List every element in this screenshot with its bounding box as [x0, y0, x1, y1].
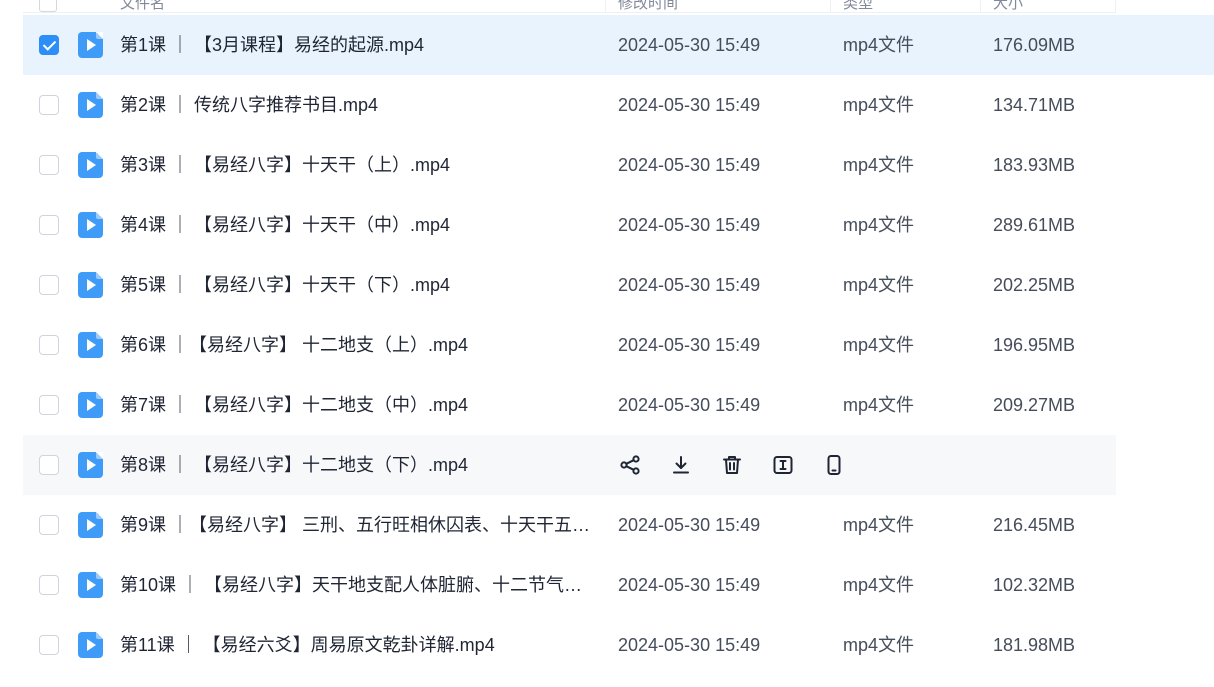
file-row-hovered[interactable]: 第8课 ｜ 【易经八字】十二地支（下）.mp4 [23, 435, 1116, 495]
file-modified-time: 2024-05-30 15:49 [618, 35, 761, 55]
file-list: 第1课 ｜ 【3月课程】易经的起源.mp4 2024-05-30 15:49 m… [23, 15, 1214, 675]
file-modified-time: 2024-05-30 15:49 [618, 335, 761, 355]
file-size: 183.93MB [993, 155, 1076, 175]
file-name[interactable]: 第3课 ｜ 【易经八字】十天干（上）.mp4 [120, 135, 590, 195]
file-modified-time: 2024-05-30 15:49 [618, 155, 761, 175]
file-row[interactable]: 第4课 ｜ 【易经八字】十天干（中）.mp4 2024-05-30 15:49 … [23, 195, 1116, 255]
file-name[interactable]: 第4课 ｜ 【易经八字】十天干（中）.mp4 [120, 195, 590, 255]
file-row[interactable]: 第6课 ｜【易经八字】 十二地支（上）.mp4 2024-05-30 15:49… [23, 315, 1116, 375]
file-name[interactable]: 第6课 ｜【易经八字】 十二地支（上）.mp4 [120, 315, 590, 375]
file-type: mp4文件 [843, 335, 915, 355]
row-checkbox[interactable] [39, 635, 59, 655]
file-type: mp4文件 [843, 515, 915, 535]
video-file-icon [78, 572, 103, 598]
row-checkbox[interactable] [39, 395, 59, 415]
file-type: mp4文件 [843, 215, 915, 235]
file-row[interactable]: 第3课 ｜ 【易经八字】十天干（上）.mp4 2024-05-30 15:49 … [23, 135, 1116, 195]
column-divider[interactable] [830, 0, 831, 13]
mobile-icon[interactable] [822, 453, 846, 477]
file-name[interactable]: 第9课 ｜【易经八字】 三刑、五行旺相休囚表、十天干五… [120, 495, 590, 555]
file-name[interactable]: 第1课 ｜ 【3月课程】易经的起源.mp4 [120, 15, 590, 75]
file-modified-time: 2024-05-30 15:49 [618, 635, 761, 655]
file-name[interactable]: 第11课 ｜ 【易经六爻】周易原文乾卦详解.mp4 [120, 615, 590, 675]
row-checkbox[interactable] [39, 515, 59, 535]
file-row[interactable]: 第1课 ｜ 【3月课程】易经的起源.mp4 2024-05-30 15:49 m… [23, 15, 1214, 75]
select-all-checkbox[interactable] [39, 0, 57, 12]
file-name[interactable]: 第10课 ｜ 【易经八字】天干地支配人体脏腑、十二节气… [120, 555, 590, 615]
file-size: 196.95MB [993, 335, 1076, 355]
file-size: 102.32MB [993, 575, 1076, 595]
file-type: mp4文件 [843, 275, 915, 295]
video-file-icon [78, 452, 103, 478]
row-checkbox[interactable] [39, 95, 59, 115]
file-size: 176.09MB [993, 35, 1076, 55]
column-divider[interactable] [980, 0, 981, 13]
file-row[interactable]: 第9课 ｜【易经八字】 三刑、五行旺相休囚表、十天干五… 2024-05-30 … [23, 495, 1116, 555]
rename-icon[interactable] [771, 453, 795, 477]
file-type: mp4文件 [843, 155, 915, 175]
row-checkbox[interactable] [39, 575, 59, 595]
file-row[interactable]: 第7课 ｜ 【易经八字】十二地支（中）.mp4 2024-05-30 15:49… [23, 375, 1116, 435]
video-file-icon [78, 152, 103, 178]
file-size: 209.27MB [993, 395, 1076, 415]
file-size: 134.71MB [993, 95, 1076, 115]
file-modified-time: 2024-05-30 15:49 [618, 575, 761, 595]
column-header-name[interactable]: 文件名 [120, 0, 165, 13]
video-file-icon [78, 392, 103, 418]
file-row[interactable]: 第11课 ｜ 【易经六爻】周易原文乾卦详解.mp4 2024-05-30 15:… [23, 615, 1116, 675]
row-checkbox[interactable] [39, 215, 59, 235]
file-size: 202.25MB [993, 275, 1076, 295]
file-row[interactable]: 第10课 ｜ 【易经八字】天干地支配人体脏腑、十二节气… 2024-05-30 … [23, 555, 1116, 615]
file-type: mp4文件 [843, 575, 915, 595]
file-type: mp4文件 [843, 35, 915, 55]
video-file-icon [78, 92, 103, 118]
file-name[interactable]: 第7课 ｜ 【易经八字】十二地支（中）.mp4 [120, 375, 590, 435]
video-file-icon [78, 632, 103, 658]
file-row[interactable]: 第2课 ｜ 传统八字推荐书目.mp4 2024-05-30 15:49 mp4文… [23, 75, 1116, 135]
column-divider[interactable] [1115, 0, 1116, 13]
row-checkbox[interactable] [39, 155, 59, 175]
table-header: 文件名 修改时间 类型 大小 [23, 0, 1116, 13]
file-size: 181.98MB [993, 635, 1076, 655]
video-file-icon [78, 32, 103, 58]
file-name[interactable]: 第5课 ｜ 【易经八字】十天干（下）.mp4 [120, 255, 590, 315]
delete-icon[interactable] [720, 453, 744, 477]
column-header-modified[interactable]: 修改时间 [618, 0, 678, 13]
file-type: mp4文件 [843, 395, 915, 415]
share-icon[interactable] [618, 453, 642, 477]
row-checkbox[interactable] [39, 35, 59, 55]
file-modified-time: 2024-05-30 15:49 [618, 95, 761, 115]
download-icon[interactable] [669, 453, 693, 477]
row-checkbox[interactable] [39, 455, 59, 475]
column-header-type[interactable]: 类型 [843, 0, 873, 13]
column-divider[interactable] [605, 0, 606, 13]
column-header-size[interactable]: 大小 [993, 0, 1023, 13]
file-size: 289.61MB [993, 215, 1076, 235]
file-modified-time: 2024-05-30 15:49 [618, 395, 761, 415]
file-row[interactable]: 第5课 ｜ 【易经八字】十天干（下）.mp4 2024-05-30 15:49 … [23, 255, 1116, 315]
file-type: mp4文件 [843, 95, 915, 115]
video-file-icon [78, 332, 103, 358]
file-modified-time: 2024-05-30 15:49 [618, 275, 761, 295]
file-size: 216.45MB [993, 515, 1076, 535]
row-checkbox[interactable] [39, 275, 59, 295]
video-file-icon [78, 512, 103, 538]
file-modified-time: 2024-05-30 15:49 [618, 215, 761, 235]
file-modified-time: 2024-05-30 15:49 [618, 515, 761, 535]
file-name[interactable]: 第2课 ｜ 传统八字推荐书目.mp4 [120, 75, 590, 135]
video-file-icon [78, 212, 103, 238]
video-file-icon [78, 272, 103, 298]
file-name[interactable]: 第8课 ｜ 【易经八字】十二地支（下）.mp4 [120, 435, 590, 495]
file-type: mp4文件 [843, 635, 915, 655]
row-checkbox[interactable] [39, 335, 59, 355]
